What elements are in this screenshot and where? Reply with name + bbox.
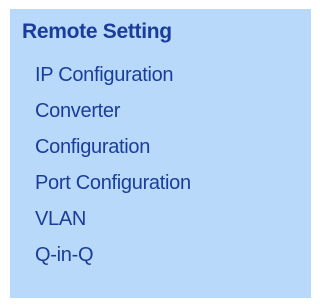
menu-item-vlan[interactable]: VLAN bbox=[35, 206, 191, 242]
remote-setting-menu-list: IP Configuration Converter Configuration… bbox=[35, 62, 191, 278]
menu-item-ip-configuration[interactable]: IP Configuration bbox=[35, 62, 191, 98]
menu-item-configuration[interactable]: Configuration bbox=[35, 134, 191, 170]
menu-item-converter[interactable]: Converter bbox=[35, 98, 191, 134]
menu-heading: Remote Setting bbox=[22, 20, 172, 43]
menu-item-q-in-q[interactable]: Q-in-Q bbox=[35, 242, 191, 278]
remote-setting-menu-panel: Remote Setting IP Configuration Converte… bbox=[10, 9, 311, 298]
menu-item-port-configuration[interactable]: Port Configuration bbox=[35, 170, 191, 206]
